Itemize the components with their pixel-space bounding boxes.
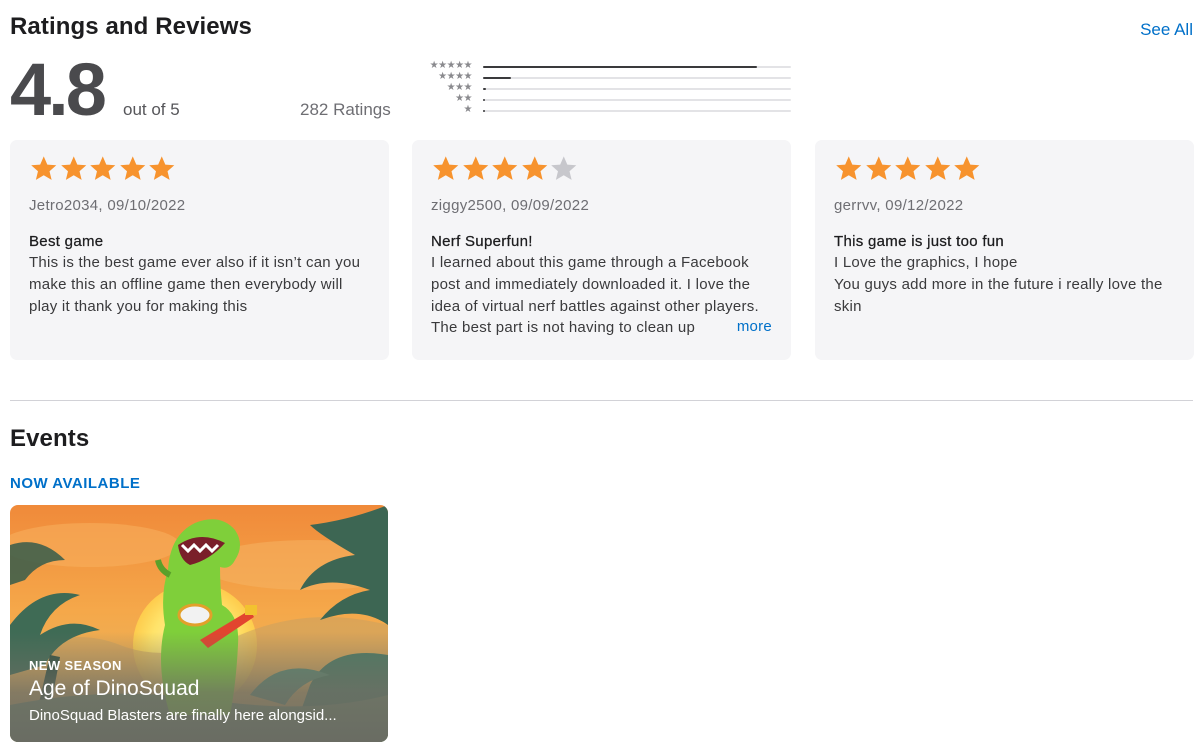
histogram-stars-icon: ★★★ <box>446 82 473 93</box>
events-section-title: Events <box>10 425 90 452</box>
histogram-stars-icon: ★★★★ <box>438 71 472 82</box>
histogram-fill <box>483 66 758 68</box>
review-body-text: I Love the graphics, I hope You guys add… <box>834 254 1163 315</box>
review-star-rating <box>834 154 1175 186</box>
review-body: I learned about this game through a Face… <box>431 252 772 339</box>
review-body: This is the best game ever also if it is… <box>29 252 370 317</box>
event-badge: NEW SEASON <box>29 658 122 673</box>
star-filled-icon <box>865 156 891 180</box>
histogram-track <box>483 99 791 101</box>
histogram-stars-icon: ★★ <box>455 93 472 104</box>
histogram-track <box>483 88 791 90</box>
star-filled-icon <box>492 156 518 180</box>
review-title: This game is just too fun <box>834 233 1005 250</box>
review-body-text: This is the best game ever also if it is… <box>29 254 361 315</box>
review-card: Jetro2034, 09/10/2022 Best game This is … <box>10 140 389 360</box>
average-rating: 4.8 <box>10 48 107 131</box>
star-filled-icon <box>433 156 459 180</box>
histogram-fill <box>483 77 511 79</box>
review-star-rating <box>29 154 370 186</box>
histogram-track <box>483 66 791 68</box>
event-description: DinoSquad Blasters are finally here alon… <box>29 707 337 724</box>
event-card[interactable]: NEW SEASON Age of DinoSquad DinoSquad Bl… <box>10 505 388 742</box>
star-filled-icon <box>836 156 862 180</box>
events-status-label: NOW AVAILABLE <box>10 475 141 492</box>
review-author-date: Jetro2034, 09/10/2022 <box>29 197 186 214</box>
ratings-count: 282 Ratings <box>300 100 391 119</box>
ratings-and-events-page: Ratings and Reviews See All 4.8 out of 5… <box>0 0 1200 748</box>
star-filled-icon <box>31 156 57 180</box>
section-divider <box>10 400 1193 401</box>
star-filled-icon <box>60 156 86 180</box>
histogram-fill <box>483 88 487 90</box>
star-filled-icon <box>954 156 980 180</box>
star-filled-icon <box>149 156 175 180</box>
star-filled-icon <box>90 156 116 180</box>
star-filled-icon <box>462 156 488 180</box>
review-card: ziggy2500, 09/09/2022 Nerf Superfun! I l… <box>412 140 791 360</box>
star-filled-icon <box>119 156 145 180</box>
review-author-date: ziggy2500, 09/09/2022 <box>431 197 590 214</box>
event-title: Age of DinoSquad <box>29 677 200 700</box>
histogram-fill <box>483 110 485 112</box>
ratings-section-title: Ratings and Reviews <box>10 13 252 40</box>
review-author-date: gerrvv, 09/12/2022 <box>834 197 964 214</box>
histogram-stars-icon: ★★★★★ <box>429 60 473 71</box>
histogram-track <box>483 77 791 79</box>
review-body: I Love the graphics, I hope You guys add… <box>834 252 1175 317</box>
review-title: Nerf Superfun! <box>431 233 533 250</box>
star-filled-icon <box>521 156 547 180</box>
review-card: gerrvv, 09/12/2022 This game is just too… <box>815 140 1194 360</box>
see-all-link[interactable]: See All <box>1140 20 1193 40</box>
star-filled-icon <box>924 156 950 180</box>
more-link[interactable]: more <box>737 318 772 335</box>
rating-histogram: ★★★★★ ★★★★ ★★★ ★★ ★ <box>408 60 792 116</box>
review-title: Best game <box>29 233 104 250</box>
out-of-label: out of 5 <box>123 100 180 119</box>
histogram-row-1-star: ★ <box>408 104 792 116</box>
star-filled-icon <box>895 156 921 180</box>
histogram-stars-icon: ★ <box>463 104 473 115</box>
more-fade: more <box>696 316 772 339</box>
star-empty-icon <box>551 156 577 180</box>
histogram-track <box>483 110 791 112</box>
histogram-fill <box>483 99 485 101</box>
review-star-rating <box>431 154 772 186</box>
